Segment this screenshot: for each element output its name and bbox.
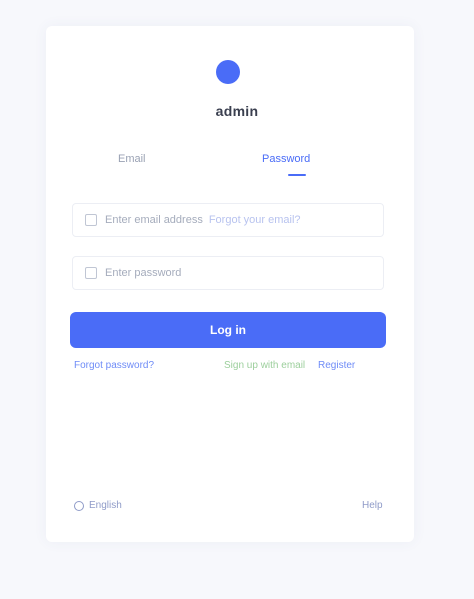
lock-icon <box>85 267 97 279</box>
register-link[interactable]: Register <box>318 360 355 371</box>
logo-icon <box>216 60 240 84</box>
active-tab-indicator <box>288 174 306 176</box>
tab-password[interactable]: Password <box>262 153 310 165</box>
email-hint: Forgot your email? <box>208 214 301 226</box>
language-selector[interactable]: English <box>74 500 122 511</box>
login-button[interactable]: Log in <box>70 312 386 348</box>
forgot-password-link[interactable]: Forgot password? <box>74 360 154 371</box>
email-placeholder: Enter email address <box>105 214 203 226</box>
password-field[interactable]: Enter password <box>72 256 384 290</box>
signup-link[interactable]: Sign up with email <box>224 360 305 371</box>
brand-name: admin <box>215 103 259 119</box>
globe-icon <box>74 500 84 511</box>
help-link[interactable]: Help <box>362 500 383 511</box>
user-icon <box>85 214 97 226</box>
language-label: English <box>89 500 122 511</box>
email-field[interactable]: Enter email address Forgot your email? <box>72 203 384 237</box>
password-placeholder: Enter password <box>105 267 182 279</box>
tab-email[interactable]: Email <box>118 153 146 165</box>
